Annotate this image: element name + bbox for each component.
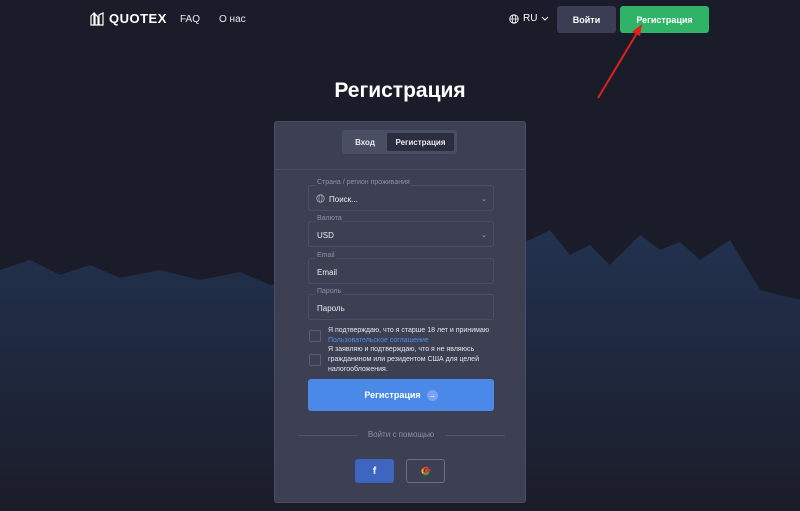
us-tax-consent-checkbox[interactable] — [309, 354, 321, 366]
logo[interactable]: QUOTEX — [90, 11, 167, 26]
top-navbar: QUOTEX FAQ О нас RU Войти Регистрация — [0, 0, 800, 40]
arrow-right-icon: → — [426, 389, 438, 401]
annotation-arrow — [597, 24, 642, 99]
age-consent-text: Я подтверждаю, что я старше 18 лет и при… — [328, 326, 508, 346]
nav-faq-link[interactable]: FAQ — [180, 14, 200, 25]
google-login-button[interactable] — [406, 459, 445, 483]
us-tax-consent-text: Я заявляю и подтверждаю, что я не являюс… — [328, 346, 479, 373]
submit-register-button[interactable]: Регистрация → — [308, 379, 494, 411]
globe-icon — [316, 194, 325, 203]
tab-register[interactable]: Регистрация — [387, 133, 454, 151]
chevron-down-icon — [542, 16, 549, 21]
email-label: Email — [316, 252, 336, 259]
user-agreement-link[interactable]: Пользовательское соглашение — [328, 337, 429, 344]
age-consent-label: Я подтверждаю, что я старше 18 лет и при… — [328, 327, 490, 334]
registration-form: Вход Регистрация Страна / регион прожива… — [274, 121, 526, 503]
nav-about-link[interactable]: О нас — [219, 14, 246, 25]
country-label: Страна / регион проживания — [316, 179, 411, 186]
country-select[interactable]: Страна / регион проживания Поиск... ⌄ — [308, 179, 494, 211]
password-field[interactable]: Пароль Пароль — [308, 288, 494, 320]
page-title: Регистрация — [334, 79, 466, 102]
language-label: RU — [523, 13, 538, 24]
chevron-down-icon: ⌄ — [481, 196, 487, 203]
submit-label: Регистрация — [364, 390, 421, 400]
quotex-logo-icon — [90, 11, 104, 26]
facebook-icon: f — [372, 465, 377, 477]
currency-select[interactable]: Валюта USD ⌄ — [308, 215, 494, 247]
email-field[interactable]: Email Email — [308, 252, 494, 284]
globe-icon — [509, 13, 519, 24]
tab-login[interactable]: Вход — [345, 133, 385, 151]
country-search-placeholder: Поиск... — [329, 195, 358, 204]
password-placeholder: Пароль — [317, 304, 345, 313]
form-tabs-area: Вход Регистрация — [275, 122, 525, 170]
login-register-switch: Вход Регистрация — [342, 130, 457, 154]
language-selector[interactable]: RU — [509, 13, 549, 24]
google-icon — [420, 466, 430, 476]
logo-text: QUOTEX — [109, 11, 167, 26]
currency-label: Валюта — [316, 215, 343, 222]
currency-value: USD — [317, 231, 334, 240]
email-placeholder: Email — [317, 268, 338, 277]
divider-right — [445, 435, 505, 436]
facebook-login-button[interactable]: f — [355, 459, 394, 483]
age-consent-checkbox[interactable] — [309, 330, 321, 342]
chevron-down-icon: ⌄ — [481, 232, 487, 239]
password-label: Пароль — [316, 288, 343, 295]
